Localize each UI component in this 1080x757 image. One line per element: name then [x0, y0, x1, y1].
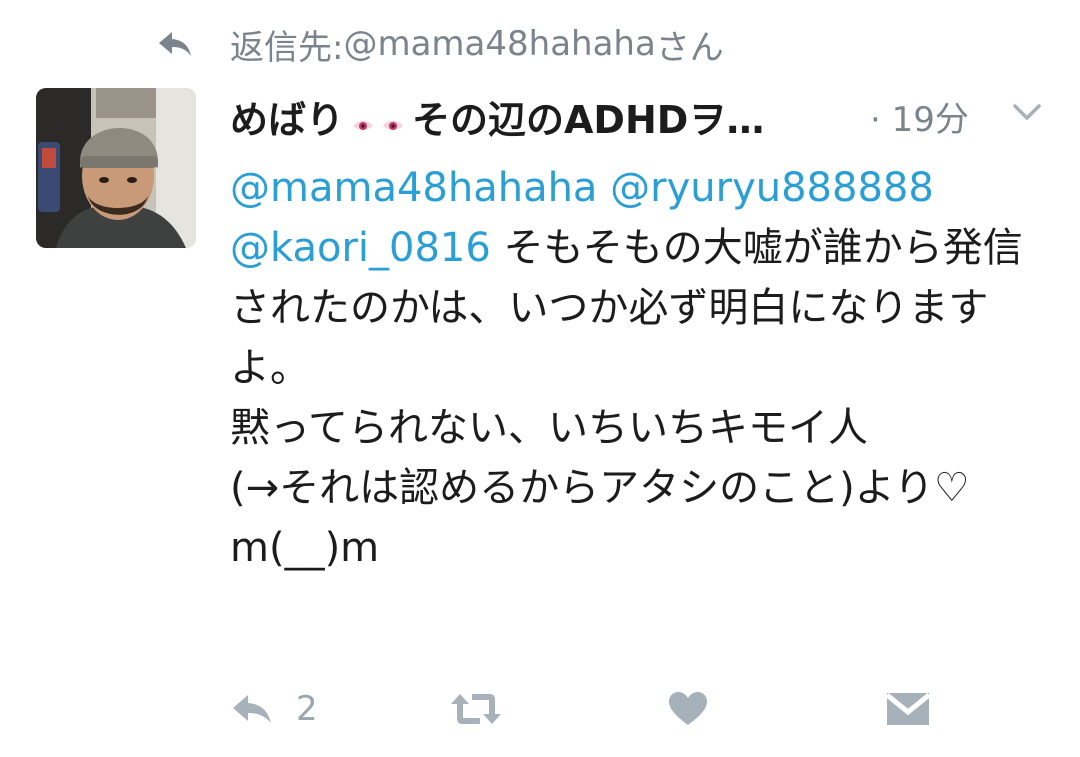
- reply-count: 2: [296, 689, 318, 729]
- reply-button[interactable]: 2: [230, 684, 318, 734]
- direct-message-button[interactable]: [886, 684, 930, 734]
- reply-context[interactable]: 返信先: @mama48hahaha さん: [156, 20, 724, 68]
- reply-icon: [233, 695, 271, 723]
- heart-icon: [669, 692, 707, 725]
- chevron-down-icon[interactable]: [1012, 102, 1042, 122]
- mention-line-2[interactable]: @kaori_0816: [230, 225, 491, 271]
- tweet-text: @mama48hahaha @ryuryu888888 @kaori_0816 …: [230, 158, 1050, 578]
- retweet-icon: [451, 694, 501, 724]
- like-button[interactable]: [668, 684, 708, 734]
- eye-icon: [383, 120, 404, 130]
- reply-context-label: 返信先:: [230, 27, 344, 68]
- eyes-emoji: [348, 119, 408, 133]
- timestamp[interactable]: · 19分: [870, 92, 969, 141]
- reply-context-handle[interactable]: @mama48hahaha: [343, 24, 655, 64]
- avatar[interactable]: [36, 88, 196, 248]
- display-name-start: めばり: [230, 97, 345, 142]
- action-bar: 2: [230, 684, 950, 734]
- retweet-button[interactable]: [450, 684, 502, 734]
- reply-arrow-icon: [159, 32, 191, 56]
- reply-context-suffix: さん: [655, 27, 724, 68]
- display-name[interactable]: めばり その辺のADHDヲ…: [230, 89, 764, 144]
- display-name-end: その辺のADHDヲ…: [412, 97, 765, 142]
- mention-line-1[interactable]: @mama48hahaha @ryuryu888888: [230, 165, 934, 211]
- avatar-image: [36, 88, 196, 248]
- envelope-icon: [886, 693, 930, 725]
- tweet-header: めばり その辺のADHDヲ… · 19分: [230, 88, 1050, 144]
- tweet-body: そもそもの大嘘が誰から発信されたのかは、いつか必ず明白になりますよ。 黙ってられ…: [230, 225, 1023, 571]
- eye-icon: [353, 120, 374, 130]
